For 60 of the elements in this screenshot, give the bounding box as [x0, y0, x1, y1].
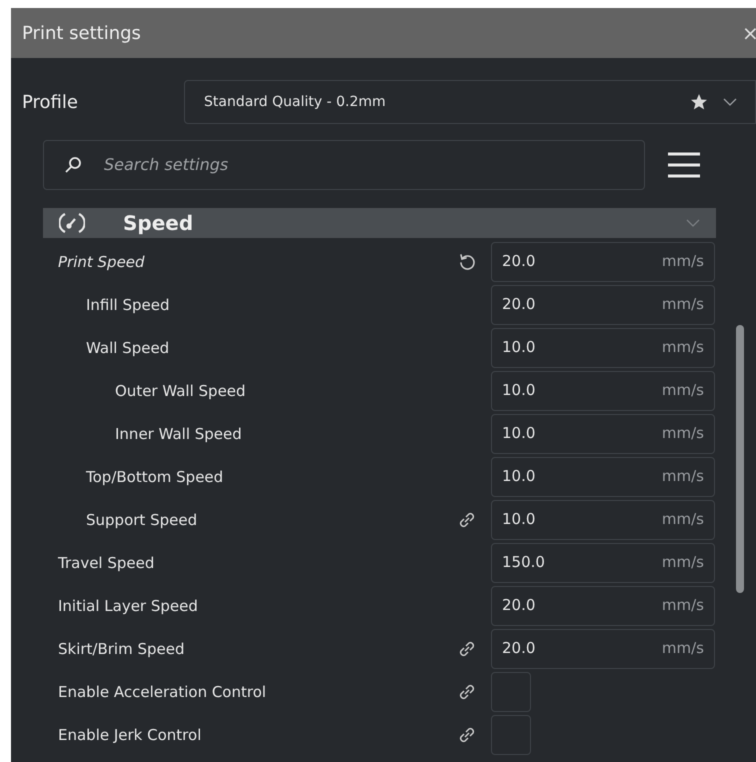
- value-field[interactable]: 150.0 mm/s: [491, 542, 715, 582]
- value-field[interactable]: 10.0 mm/s: [491, 414, 715, 454]
- field-value: 10.0: [502, 509, 536, 530]
- window-title: Print settings: [22, 22, 141, 46]
- search-input[interactable]: Search settings: [104, 153, 624, 177]
- setting-label: Wall Speed: [86, 338, 170, 356]
- field-value: 20.0: [502, 595, 536, 616]
- search-field[interactable]: Search settings: [43, 140, 645, 190]
- setting-label: Initial Layer Speed: [58, 596, 198, 614]
- setting-label: Top/Bottom Speed: [86, 468, 224, 486]
- star-icon[interactable]: [691, 94, 707, 110]
- field-value: 150.0: [502, 552, 545, 574]
- gauge-icon: [59, 212, 85, 234]
- setting-label: Skirt/Brim Speed: [58, 640, 185, 658]
- search-icon: [64, 156, 82, 174]
- value-field[interactable]: 20.0 mm/s: [491, 628, 715, 668]
- unit-label: mm/s: [662, 251, 704, 272]
- category-header[interactable]: Speed: [43, 208, 716, 238]
- unit-label: mm/s: [662, 638, 704, 660]
- unit-label: mm/s: [662, 294, 704, 316]
- field-value: 20.0: [502, 638, 536, 660]
- value-field[interactable]: 10.0 mm/s: [491, 328, 715, 368]
- setting-label: Print Speed: [58, 252, 145, 270]
- value-field[interactable]: 20.0 mm/s: [491, 242, 715, 282]
- setting-label: Infill Speed: [86, 296, 170, 314]
- scrollbar-thumb[interactable]: [736, 325, 744, 593]
- category-title: Speed: [123, 210, 194, 237]
- value-field[interactable]: 20.0 mm/s: [491, 284, 715, 324]
- setting-label: Inner Wall Speed: [115, 424, 242, 442]
- setting-label: Outer Wall Speed: [115, 382, 246, 400]
- field-value: 20.0: [502, 294, 536, 316]
- profile-dropdown[interactable]: Standard Quality - 0.2mm: [184, 80, 756, 124]
- profile-label: Profile: [21, 90, 79, 114]
- profile-value: Standard Quality - 0.2mm: [204, 92, 387, 112]
- checkbox[interactable]: [491, 714, 531, 754]
- unit-label: mm/s: [662, 380, 704, 402]
- field-value: 10.0: [502, 466, 536, 488]
- field-value: 10.0: [502, 380, 536, 402]
- value-field[interactable]: 20.0 mm/s: [491, 586, 715, 626]
- setting-label: Travel Speed: [58, 554, 154, 572]
- value-field[interactable]: 10.0 mm/s: [491, 370, 715, 410]
- field-value: 10.0: [502, 337, 536, 358]
- unit-label: mm/s: [662, 595, 704, 616]
- field-value: 10.0: [502, 423, 536, 444]
- unit-label: mm/s: [662, 509, 704, 530]
- unit-label: mm/s: [662, 552, 704, 574]
- checkbox[interactable]: [491, 672, 531, 712]
- field-value: 20.0: [502, 251, 536, 272]
- menu-icon[interactable]: [668, 151, 700, 179]
- setting-label: Support Speed: [86, 510, 198, 528]
- setting-label: Enable Acceleration Control: [58, 682, 266, 700]
- unit-label: mm/s: [662, 423, 704, 444]
- value-field[interactable]: 10.0 mm/s: [491, 500, 715, 540]
- value-field[interactable]: 10.0 mm/s: [491, 456, 715, 496]
- unit-label: mm/s: [662, 466, 704, 488]
- chevron-down-icon[interactable]: [723, 97, 737, 107]
- reset-icon[interactable]: [457, 252, 477, 272]
- close-button[interactable]: ×: [742, 23, 756, 43]
- setting-label: Enable Jerk Control: [58, 726, 202, 744]
- unit-label: mm/s: [662, 337, 704, 358]
